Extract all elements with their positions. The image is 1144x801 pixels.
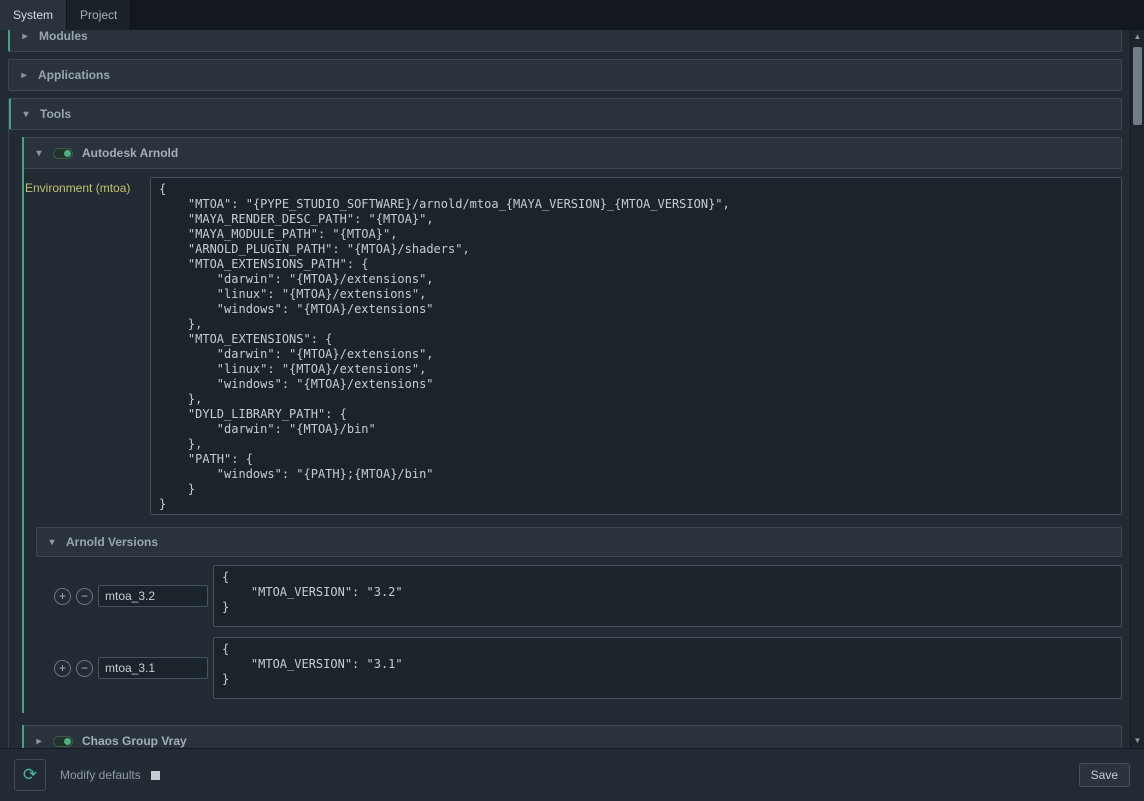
footer-bar: ⟳ Modify defaults Save xyxy=(0,748,1144,801)
scrollbar-thumb[interactable] xyxy=(1133,47,1142,125)
vertical-scrollbar[interactable]: ▲ ▼ xyxy=(1130,30,1144,748)
tab-system-label: System xyxy=(13,8,53,22)
group-autodesk-arnold: ▾ Autodesk Arnold Environment (mtoa) { "… xyxy=(22,137,1122,713)
group-chaos-group-vray-header[interactable]: ▸ Chaos Group Vray xyxy=(24,725,1122,748)
version-row: + − { "MTOA_VERSION": "3.1" } xyxy=(54,637,1122,699)
group-chaos-group-vray-title: Chaos Group Vray xyxy=(82,734,187,748)
save-button[interactable]: Save xyxy=(1079,763,1130,787)
group-autodesk-arnold-title: Autodesk Arnold xyxy=(82,146,178,160)
enabled-toggle-icon[interactable] xyxy=(53,148,73,159)
chevron-right-icon[interactable]: ▸ xyxy=(19,70,29,81)
environment-label: Environment (mtoa) xyxy=(25,177,146,195)
chevron-down-icon[interactable]: ▾ xyxy=(21,109,31,120)
arnold-versions-title: Arnold Versions xyxy=(66,535,158,549)
refresh-button[interactable]: ⟳ xyxy=(14,759,46,791)
section-tools[interactable]: ▾ Tools xyxy=(9,98,1122,130)
chevron-down-icon[interactable]: ▾ xyxy=(34,148,44,159)
remove-version-button[interactable]: − xyxy=(76,588,93,605)
add-version-button[interactable]: + xyxy=(54,588,71,605)
version-json-editor[interactable]: { "MTOA_VERSION": "3.1" } xyxy=(213,637,1122,699)
section-tools-body: ▾ Autodesk Arnold Environment (mtoa) { "… xyxy=(9,137,1122,748)
section-applications[interactable]: ▸ Applications xyxy=(8,59,1122,91)
version-key-input[interactable] xyxy=(98,585,208,607)
settings-main-area: ▸ Modules ▸ Applications ▾ Tools ▾ Autod… xyxy=(0,30,1144,748)
remove-version-button[interactable]: − xyxy=(76,660,93,677)
environment-json-editor[interactable]: { "MTOA": "{PYPE_STUDIO_SOFTWARE}/arnold… xyxy=(150,177,1122,515)
add-version-button[interactable]: + xyxy=(54,660,71,677)
chevron-right-icon[interactable]: ▸ xyxy=(34,736,44,747)
section-modules[interactable]: ▸ Modules xyxy=(8,30,1122,52)
version-json-editor[interactable]: { "MTOA_VERSION": "3.2" } xyxy=(213,565,1122,627)
group-chaos-group-vray: ▸ Chaos Group Vray xyxy=(22,725,1122,748)
section-applications-label: Applications xyxy=(38,68,110,82)
tab-project[interactable]: Project xyxy=(67,0,131,30)
modify-defaults-label: Modify defaults xyxy=(60,768,141,782)
group-autodesk-arnold-header[interactable]: ▾ Autodesk Arnold xyxy=(24,137,1122,169)
environment-row: Environment (mtoa) { "MTOA": "{PYPE_STUD… xyxy=(25,177,1122,515)
refresh-icon: ⟳ xyxy=(23,765,37,784)
scroll-up-icon[interactable]: ▲ xyxy=(1131,30,1144,44)
section-tools-label: Tools xyxy=(40,107,71,121)
version-key-input[interactable] xyxy=(98,657,208,679)
section-modules-label: Modules xyxy=(39,30,88,43)
group-autodesk-arnold-body: Environment (mtoa) { "MTOA": "{PYPE_STUD… xyxy=(24,169,1122,713)
chevron-right-icon[interactable]: ▸ xyxy=(20,31,30,42)
settings-tab-bar: System Project xyxy=(0,0,1144,30)
settings-scroll-area: ▸ Modules ▸ Applications ▾ Tools ▾ Autod… xyxy=(0,30,1130,748)
scroll-down-icon[interactable]: ▼ xyxy=(1131,734,1144,748)
arnold-versions-section: ▾ Arnold Versions + − { "MTOA_VERSION": … xyxy=(36,527,1122,699)
tab-project-label: Project xyxy=(80,8,117,22)
version-row: + − { "MTOA_VERSION": "3.2" } xyxy=(54,565,1122,627)
section-tools-container: ▾ Tools ▾ Autodesk Arnold Environment (m… xyxy=(8,98,1122,748)
arnold-versions-header[interactable]: ▾ Arnold Versions xyxy=(36,527,1122,557)
tab-system[interactable]: System xyxy=(0,0,67,30)
enabled-toggle-icon[interactable] xyxy=(53,736,73,747)
chevron-down-icon[interactable]: ▾ xyxy=(47,537,57,548)
modify-defaults-checkbox[interactable] xyxy=(151,771,160,780)
